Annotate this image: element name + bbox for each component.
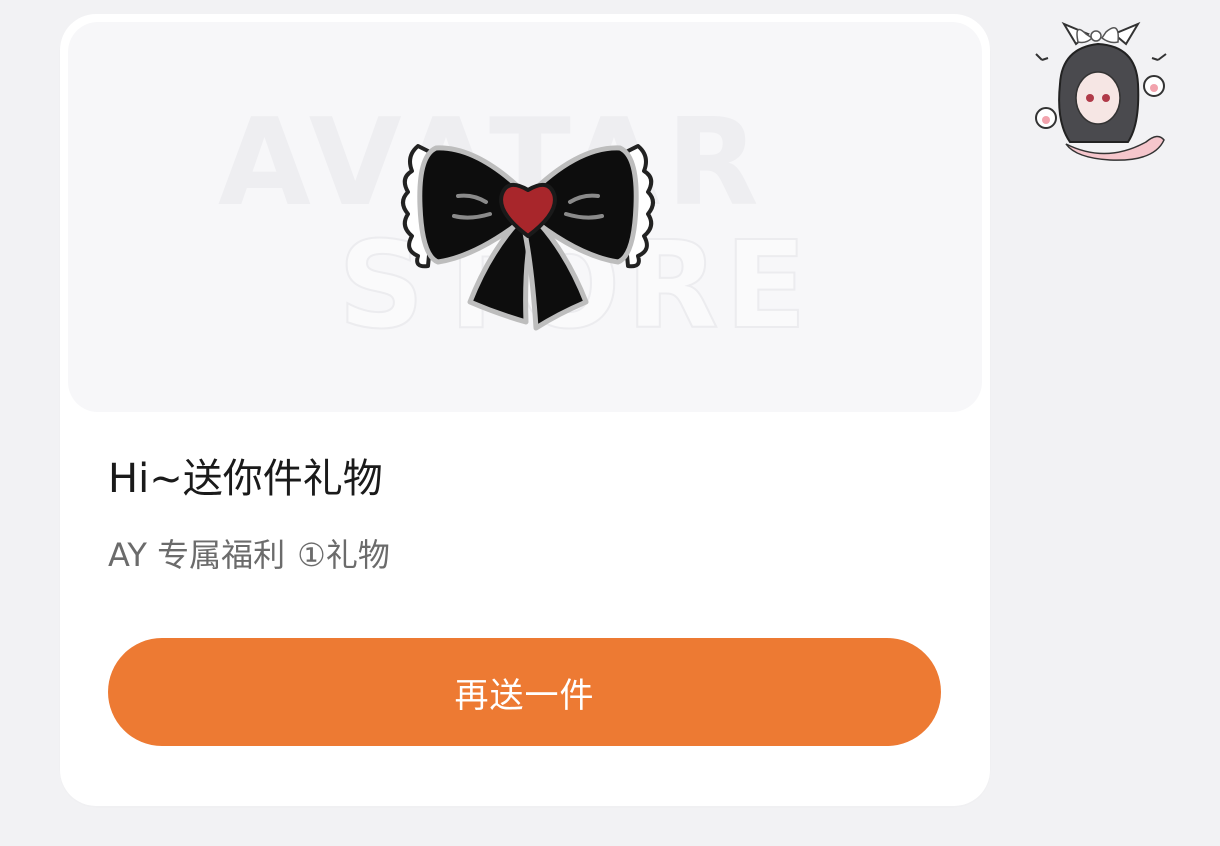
gift-count: ①礼物: [297, 536, 390, 574]
subtitle-tag: AY 专属福利: [108, 536, 286, 574]
page: AVATAR STORE: [0, 0, 1220, 846]
card-title: Hi~送你件礼物: [108, 456, 383, 502]
gift-card: AVATAR STORE: [60, 14, 990, 806]
send-another-button[interactable]: 再送一件: [108, 638, 941, 746]
avatar-image[interactable]: [1026, 14, 1176, 164]
bow-icon: [401, 144, 655, 331]
card-subtitle: AY 专属福利 ①礼物: [108, 530, 390, 576]
gift-preview: AVATAR STORE: [68, 22, 982, 412]
